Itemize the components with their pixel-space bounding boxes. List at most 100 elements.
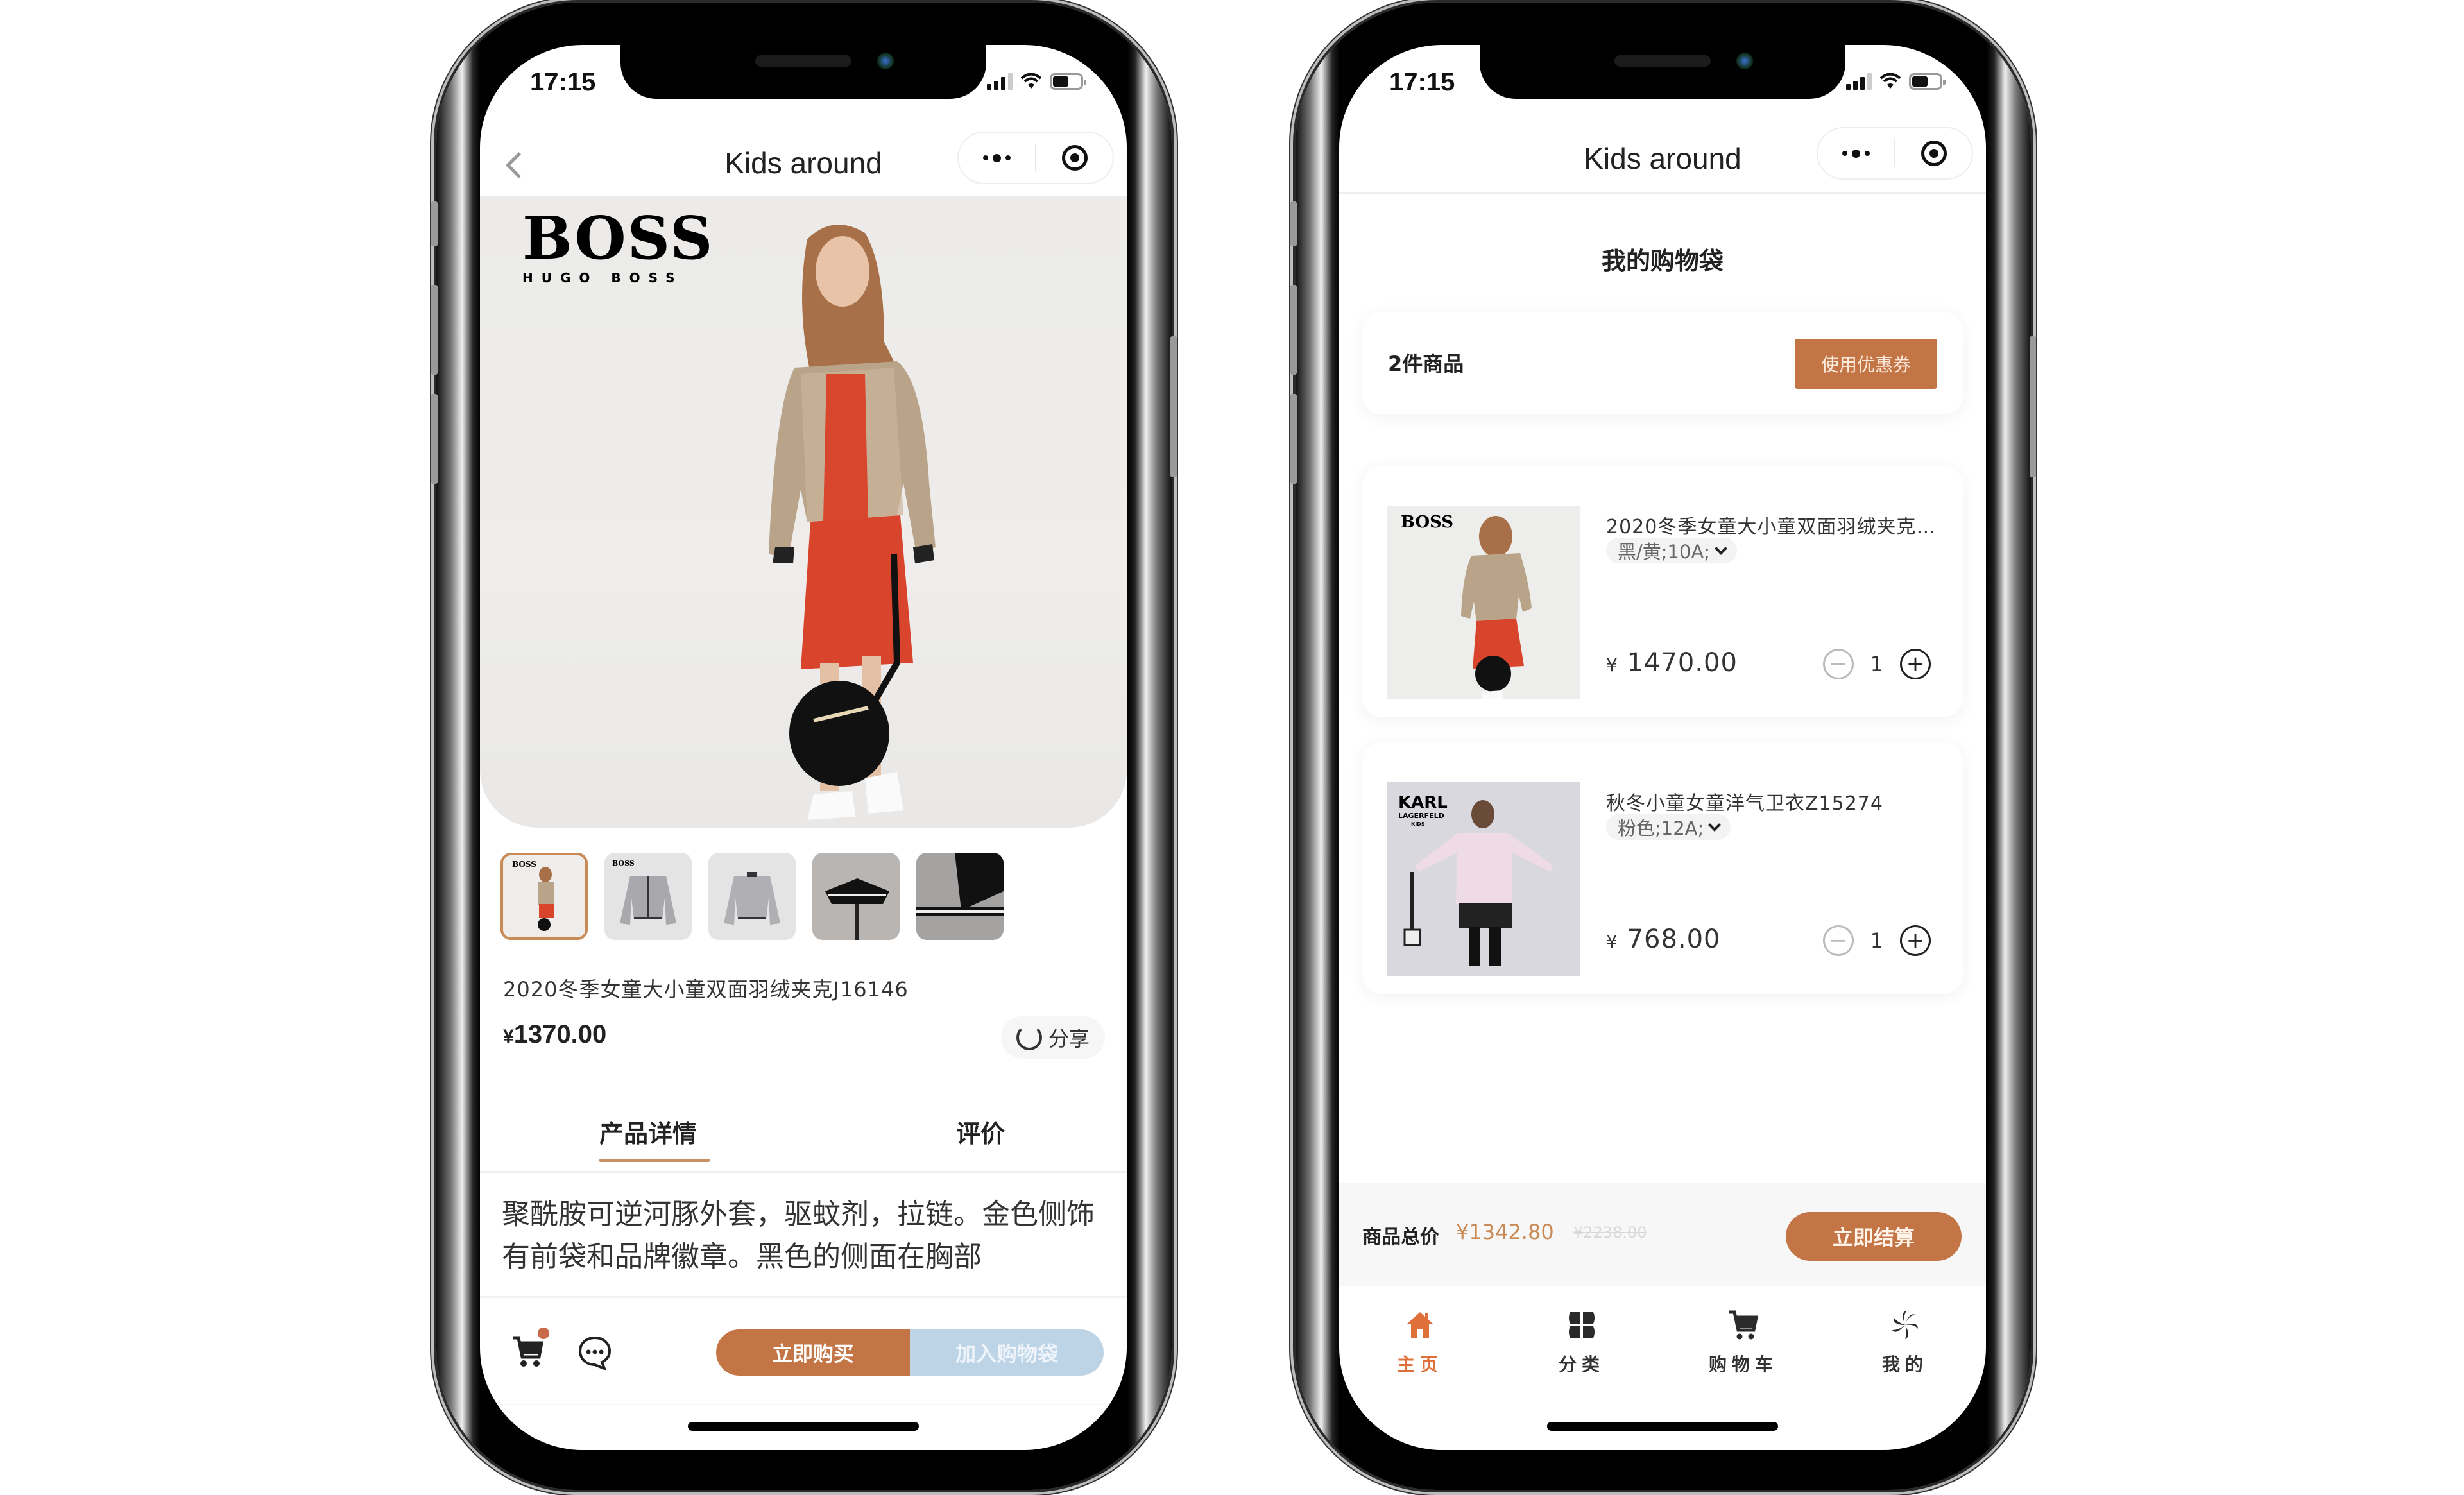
svg-text:BOSS: BOSS <box>612 859 635 867</box>
volume-down-button <box>431 394 438 484</box>
share-icon <box>1016 1025 1042 1050</box>
add-to-bag-button[interactable]: 加入购物袋 <box>910 1329 1104 1376</box>
thumbnail[interactable]: BOSS <box>501 853 588 940</box>
chevron-down-icon <box>1715 542 1727 555</box>
home-icon <box>1407 1312 1433 1338</box>
power-button <box>2030 336 2036 477</box>
tab-home[interactable]: 主页 <box>1339 1286 1501 1415</box>
model-illustration <box>769 225 936 820</box>
tab-product-details[interactable]: 产品详情 <box>599 1114 697 1149</box>
status-icons <box>1846 72 1946 90</box>
volume-down-button <box>1290 394 1297 484</box>
nav-bar: Kids around <box>1339 127 1986 191</box>
product-title: 2020冬季女童大小童双面羽绒夹克J16146 <box>503 977 909 1002</box>
item-spec-selector[interactable]: 粉色;12A; <box>1606 814 1731 840</box>
thumbnail[interactable] <box>812 853 900 940</box>
total-label: 商品总价 <box>1362 1226 1439 1249</box>
volume-up-button <box>431 285 438 375</box>
mute-switch <box>431 201 438 246</box>
more-dots-icon[interactable] <box>1818 128 1894 178</box>
mini-program-capsule <box>1817 127 1973 180</box>
total-price: ¥1342.80 <box>1456 1220 1554 1244</box>
item-name[interactable]: 秋冬小童女童洋气卫衣Z15274 <box>1606 787 1940 816</box>
cart-badge <box>538 1328 549 1339</box>
quantity-stepper: − 1 + <box>1822 925 1931 956</box>
page-title: 我的购物袋 <box>1601 247 1724 275</box>
home-indicator[interactable] <box>688 1422 919 1431</box>
tab-category[interactable]: 分类 <box>1501 1286 1663 1415</box>
profile-swirl-icon <box>1892 1311 1918 1339</box>
share-button[interactable]: 分享 <box>1000 1016 1105 1059</box>
notch <box>1480 45 1845 99</box>
checkout-button[interactable]: 立即结算 <box>1786 1212 1962 1261</box>
battery-icon <box>1050 73 1086 90</box>
product-screen: 17:15 Kids around BOSS HUGO BOSS BOSS BO… <box>480 45 1127 1450</box>
svg-text:KARL: KARL <box>1398 793 1448 812</box>
active-tab-indicator <box>599 1159 710 1162</box>
bag-summary-card: 2件商品 使用优惠券 <box>1362 312 1963 414</box>
more-dots-icon[interactable] <box>959 133 1035 183</box>
nav-bar: Kids around <box>480 132 1127 196</box>
signal-icon <box>1846 72 1872 90</box>
home-indicator[interactable] <box>1547 1422 1778 1431</box>
category-icon <box>1569 1312 1595 1338</box>
cart-icon <box>1729 1310 1759 1340</box>
item-spec-selector[interactable]: 黑/黄;10A; <box>1606 538 1738 563</box>
tab-cart[interactable]: 购物车 <box>1663 1286 1824 1415</box>
header-divider <box>1339 192 1986 194</box>
item-image[interactable]: KARL LAGERFELD KIDS <box>1387 782 1580 976</box>
thumbnail[interactable] <box>708 853 796 940</box>
purchase-bar: 立即购买 加入购物袋 <box>480 1296 1127 1405</box>
thumbnail[interactable]: BOSS <box>604 853 692 940</box>
bottom-tab-bar: 主页 分类 购物车 我的 <box>1339 1286 1986 1415</box>
cart-icon[interactable] <box>512 1335 544 1369</box>
purchase-buttons: 立即购买 加入购物袋 <box>716 1329 1104 1376</box>
svg-text:BOSS: BOSS <box>512 860 536 869</box>
mute-switch <box>1290 201 1297 246</box>
tab-reviews[interactable]: 评价 <box>956 1114 1005 1149</box>
cart-item: KARL LAGERFELD KIDS 秋冬小童女童洋气卫衣Z15274 粉色;12… <box>1362 742 1963 994</box>
original-price: ¥2238.00 <box>1573 1224 1647 1242</box>
target-circle-icon[interactable] <box>1895 128 1972 178</box>
volume-up-button <box>1290 285 1297 375</box>
detail-tabs: 产品详情 评价 <box>480 1102 1127 1173</box>
chat-icon[interactable] <box>578 1335 612 1370</box>
target-circle-icon[interactable] <box>1036 133 1113 183</box>
tab-profile[interactable]: 我的 <box>1824 1286 1986 1415</box>
increase-quantity-button[interactable]: + <box>1900 649 1931 679</box>
item-image[interactable]: BOSS <box>1387 506 1580 699</box>
status-time: 17:15 <box>1389 68 1455 96</box>
use-coupon-button[interactable]: 使用优惠券 <box>1795 339 1937 389</box>
wifi-icon <box>1020 73 1042 89</box>
item-price: ¥ 768.00 <box>1606 925 1721 954</box>
item-name[interactable]: 2020冬季女童大小童双面羽绒夹克J16146 <box>1606 511 1940 539</box>
decrease-quantity-button[interactable]: − <box>1822 925 1854 956</box>
battery-icon <box>1909 73 1946 90</box>
buy-now-button[interactable]: 立即购买 <box>716 1329 910 1376</box>
product-description: 聚酰胺可逆河豚外套，驱蚊剂，拉链。金色侧饰有前袋和品牌徽章。黑色的侧面在胸部 <box>502 1198 1095 1273</box>
status-icons <box>987 72 1086 90</box>
bag-screen: 17:15 Kids around 我的购物袋 2件商品 使用优惠券 BOSS … <box>1339 45 1986 1450</box>
item-price: ¥ 1470.00 <box>1606 648 1738 678</box>
status-time: 17:15 <box>530 68 596 96</box>
svg-text:BOSS: BOSS <box>1401 513 1453 532</box>
quantity-value: 1 <box>1870 652 1883 676</box>
wifi-icon <box>1879 73 1901 89</box>
checkout-bar: 商品总价 ¥1342.80 ¥2238.00 立即结算 <box>1339 1183 1986 1286</box>
product-price: ¥1370.00 <box>503 1020 607 1048</box>
notch <box>620 45 986 99</box>
svg-text:KIDS: KIDS <box>1411 821 1425 827</box>
phone-frame-product: 17:15 Kids around BOSS HUGO BOSS BOSS BO… <box>431 3 1177 1490</box>
item-count: 2件商品 <box>1388 352 1464 376</box>
thumbnail[interactable] <box>916 853 1004 940</box>
product-hero-image[interactable]: BOSS HUGO BOSS <box>480 196 1127 828</box>
cart-item: BOSS 2020冬季女童大小童双面羽绒夹克J16146 黑/黄;10A; ¥ … <box>1362 466 1963 717</box>
power-button <box>1170 336 1177 477</box>
decrease-quantity-button[interactable]: − <box>1822 649 1854 679</box>
quantity-stepper: − 1 + <box>1822 649 1931 679</box>
increase-quantity-button[interactable]: + <box>1900 925 1931 956</box>
brand-logo: BOSS HUGO BOSS <box>522 203 714 286</box>
mini-program-capsule <box>957 132 1114 184</box>
phone-frame-bag: 17:15 Kids around 我的购物袋 2件商品 使用优惠券 BOSS … <box>1290 3 2036 1490</box>
quantity-value: 1 <box>1870 928 1883 953</box>
